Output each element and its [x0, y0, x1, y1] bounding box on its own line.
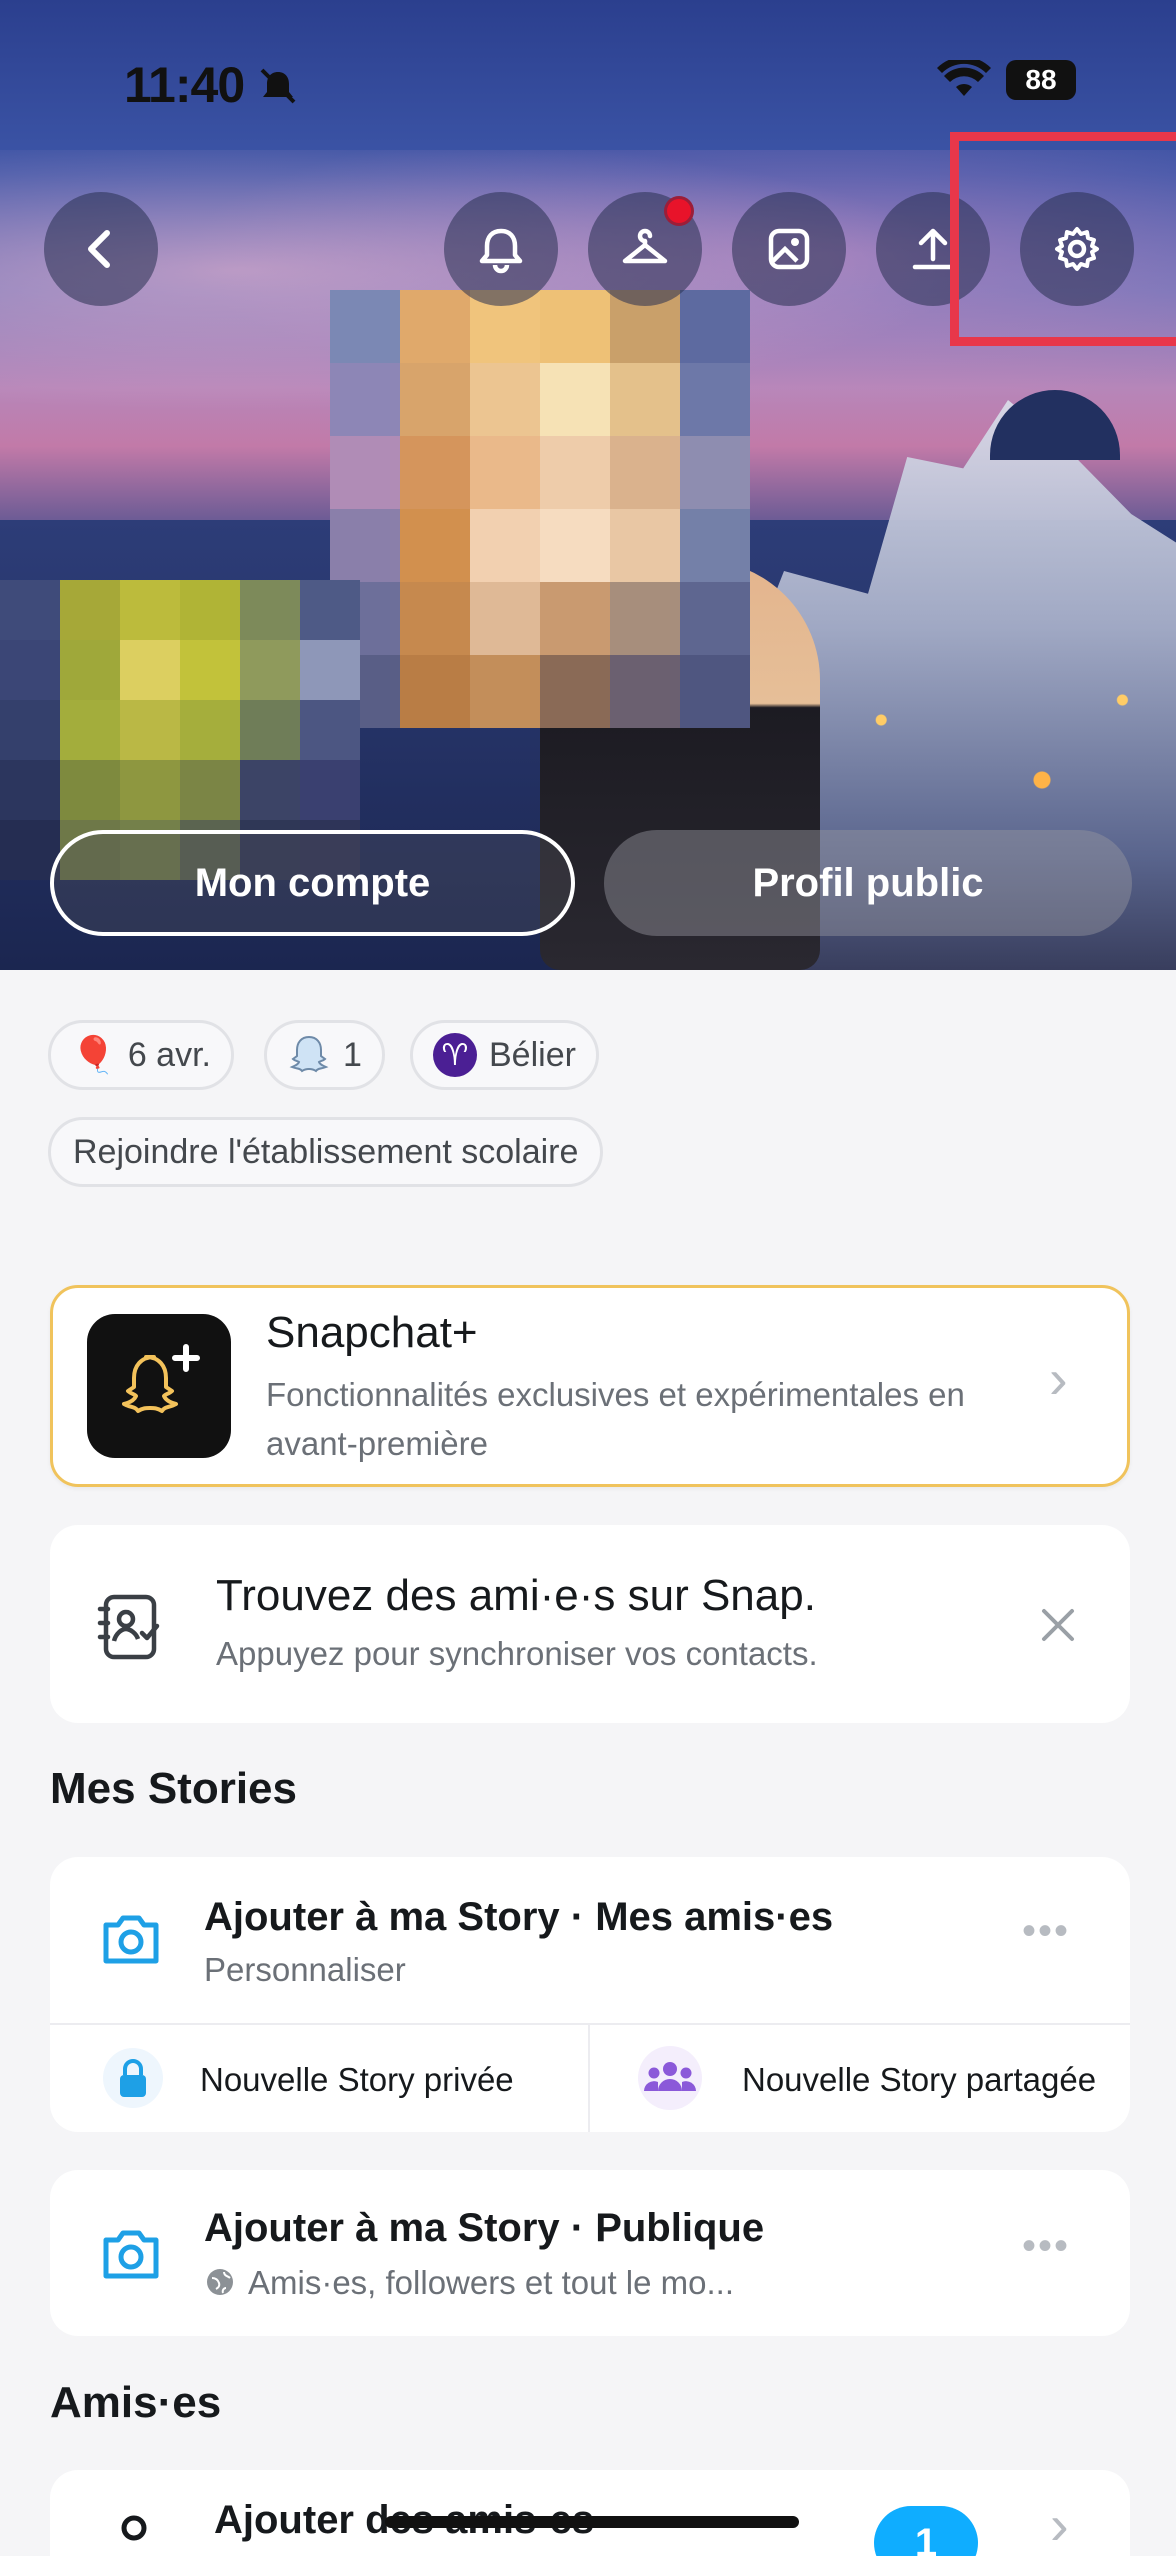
- status-icons: 88: [936, 60, 1076, 100]
- lock-icon: [103, 2048, 163, 2108]
- pixelated-avatar-face: [330, 290, 750, 730]
- close-icon[interactable]: [1038, 1605, 1078, 1645]
- find-friends-title: Trouvez des ami·e·s sur Snap.: [216, 1571, 816, 1620]
- new-shared-story-label: Nouvelle Story partagée: [742, 2061, 1097, 2098]
- my-story-subtitle: Personnaliser: [204, 1951, 406, 1988]
- notifications-button[interactable]: [444, 192, 558, 306]
- birthday-label: 6 avr.: [127, 1035, 211, 1074]
- my-account-tab[interactable]: Mon compte: [50, 830, 575, 936]
- friends-count-chip[interactable]: 1: [264, 1020, 385, 1090]
- add-friends-card[interactable]: Ajouter des amis·es 1 ›: [50, 2470, 1130, 2556]
- snapchat-plus-card[interactable]: Snapchat+ Fonctionnalités exclusives et …: [50, 1285, 1130, 1487]
- public-story-card[interactable]: Ajouter à ma Story · Publique Amis·es, f…: [50, 2170, 1130, 2336]
- globe-icon: [207, 2269, 233, 2295]
- join-school-label: Rejoindre l'établissement scolaire: [73, 1132, 579, 1171]
- stories-section-title: Mes Stories: [50, 1764, 297, 1813]
- add-friend-icon: [121, 2515, 147, 2541]
- home-indicator[interactable]: [385, 2516, 799, 2528]
- silent-bell-icon: [260, 68, 296, 104]
- hanger-icon: [622, 228, 668, 264]
- contacts-sync-icon: [97, 1594, 160, 1660]
- more-options-icon[interactable]: •••: [1022, 1909, 1070, 1954]
- bell-icon: [479, 228, 523, 274]
- my-story-card: Ajouter à ma Story · Mes amis·es Personn…: [50, 1857, 1130, 2132]
- friend-requests-badge: 1: [874, 2506, 978, 2556]
- aries-icon: ♈: [433, 1033, 477, 1077]
- zodiac-chip[interactable]: ♈ Bélier: [410, 1020, 599, 1090]
- new-shared-story-button[interactable]: Nouvelle Story partagée: [590, 2025, 1130, 2132]
- chevron-right-icon: ›: [1050, 2493, 1069, 2556]
- status-time: 11:40: [124, 57, 245, 113]
- image-icon: [768, 228, 810, 270]
- background-button[interactable]: [732, 192, 846, 306]
- ghost-friends-icon: [289, 1035, 329, 1073]
- public-story-subtitle: Amis·es, followers et tout le mo...: [248, 2264, 734, 2301]
- balloon-icon: 🎈: [71, 1034, 116, 1075]
- my-story-title: Ajouter à ma Story · Mes amis·es: [204, 1895, 834, 1939]
- friends-count-label: 1: [343, 1035, 362, 1074]
- public-profile-tab[interactable]: Profil public: [604, 830, 1132, 936]
- settings-highlight-box: [950, 132, 1176, 346]
- zodiac-label: Bélier: [489, 1035, 576, 1074]
- new-private-story-button[interactable]: Nouvelle Story privée: [50, 2025, 588, 2132]
- friends-section-title: Amis·es: [50, 2378, 222, 2427]
- battery-indicator: 88: [1006, 60, 1076, 100]
- public-story-title: Ajouter à ma Story · Publique: [204, 2206, 765, 2250]
- snapchat-plus-logo-icon: [87, 1314, 231, 1458]
- find-friends-card[interactable]: Trouvez des ami·e·s sur Snap. Appuyez po…: [50, 1525, 1130, 1723]
- wifi-icon: [937, 60, 991, 96]
- profile-banner: 11:40 88 Mon compte Profil public: [0, 0, 1176, 970]
- outfit-button[interactable]: [588, 192, 702, 306]
- snapchat-plus-subtitle: Fonctionnalités exclusives et expériment…: [266, 1376, 965, 1462]
- camera-icon: [103, 2230, 159, 2279]
- join-school-chip[interactable]: Rejoindre l'établissement scolaire: [48, 1117, 604, 1187]
- new-private-story-label: Nouvelle Story privée: [200, 2061, 514, 2098]
- snapchat-plus-title: Snapchat+: [266, 1308, 478, 1357]
- find-friends-subtitle: Appuyez pour synchroniser vos contacts.: [216, 1635, 818, 1672]
- chevron-right-icon: ›: [1049, 1347, 1068, 1410]
- chevron-left-icon: [88, 230, 110, 268]
- group-icon: [638, 2046, 702, 2110]
- notification-dot: [664, 196, 694, 226]
- camera-icon: [103, 1915, 159, 1964]
- back-button[interactable]: [44, 192, 158, 306]
- birthday-chip[interactable]: 🎈 6 avr.: [48, 1020, 234, 1090]
- more-options-icon[interactable]: •••: [1022, 2224, 1070, 2269]
- add-to-my-story-row[interactable]: Ajouter à ma Story · Mes amis·es Personn…: [50, 1857, 1130, 2023]
